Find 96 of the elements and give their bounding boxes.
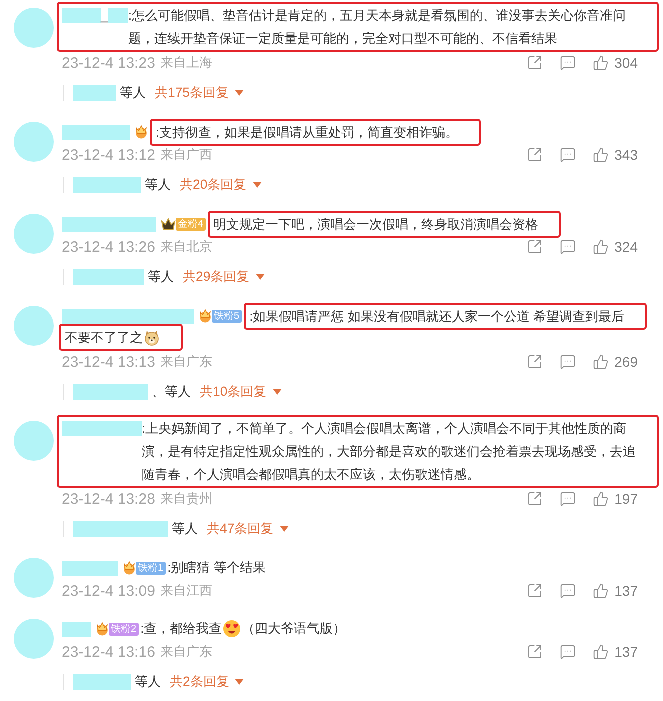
comment-icon[interactable]: [560, 55, 576, 71]
comment-text: :如果假唱请严惩 如果没有假唱就还人家一个公道 希望调查到最后: [250, 308, 625, 326]
comment-text: 不要不了了之: [65, 329, 143, 347]
comment-time: 23-12-4 13:09: [62, 582, 156, 600]
caret-down-icon[interactable]: [272, 389, 282, 395]
comment-location: 来自北京: [160, 238, 212, 256]
redacted-name: [62, 560, 118, 576]
like-count: 137: [614, 583, 638, 599]
comment-icon[interactable]: [560, 644, 576, 660]
share-icon[interactable]: [526, 147, 543, 163]
crown-icon: [161, 218, 176, 230]
comment-time: 23-12-4 13:12: [62, 146, 156, 164]
caret-down-icon[interactable]: [252, 182, 262, 188]
share-icon[interactable]: [526, 354, 543, 370]
redacted-name: [62, 124, 130, 140]
medal-icon: [199, 309, 212, 323]
redacted-name: [62, 8, 101, 23]
comment-time: 23-12-4 13:26: [62, 238, 156, 256]
comment-location: 来自广西: [160, 146, 212, 164]
comment-text: （四大爷语气版）: [242, 620, 346, 638]
redacted-name: [62, 622, 91, 636]
comment-location: 来自上海: [160, 54, 212, 72]
share-icon[interactable]: [526, 583, 543, 599]
reply-count-link[interactable]: 共47条回复: [207, 520, 274, 538]
redacted-name: [73, 177, 141, 193]
comment-icon[interactable]: [560, 583, 576, 599]
fan-level-badge: 铁粉5: [212, 310, 242, 322]
reply-count-link[interactable]: 共10条回复: [200, 383, 267, 401]
dog-face-icon: [144, 330, 160, 346]
like-count: 197: [614, 491, 638, 507]
like-count: 269: [614, 354, 638, 370]
medal-icon: [135, 125, 148, 139]
comment-time: 23-12-4 13:13: [62, 354, 156, 370]
redacted-name: [73, 85, 116, 101]
comment-icon[interactable]: [560, 239, 576, 255]
avatar-placeholder: [14, 421, 54, 461]
redacted-name: [73, 674, 131, 690]
reply-people-text: 等人: [172, 520, 198, 538]
like-count: 137: [614, 644, 638, 660]
like-count: 304: [614, 55, 638, 71]
fan-level-badge: 铁粉2: [109, 622, 139, 636]
comment-text: :别瞎猜 等个结果: [168, 559, 266, 577]
caret-down-icon[interactable]: [235, 679, 244, 685]
fan-level-badge: 金粉4: [176, 218, 206, 230]
share-icon[interactable]: [526, 644, 543, 660]
comment-icon[interactable]: [560, 354, 576, 370]
reply-count-link[interactable]: 共2条回复: [170, 673, 230, 691]
reply-count-link[interactable]: 共175条回复: [155, 84, 230, 102]
thumbs-up-icon[interactable]: [592, 583, 609, 599]
comment-location: 来自广东: [160, 353, 212, 371]
comment-time: 23-12-4 13:28: [62, 490, 156, 508]
medal-icon: [96, 622, 109, 636]
comment-text: 明文规定一下吧，演唱会一次假唱，终身取消演唱会资格: [214, 216, 539, 234]
like-count: 343: [614, 147, 638, 163]
comment-time: 23-12-4 13:23: [62, 54, 156, 72]
redacted-name: [73, 269, 144, 285]
share-icon[interactable]: [526, 239, 543, 255]
avatar-placeholder: [14, 306, 54, 346]
comment-icon[interactable]: [560, 147, 576, 163]
comment-text: :查，都给我查: [140, 620, 222, 638]
comment-location: 来自贵州: [160, 490, 212, 508]
thumbs-up-icon[interactable]: [592, 239, 609, 255]
avatar-placeholder: [14, 214, 54, 254]
avatar-placeholder: [14, 122, 54, 162]
avatar-placeholder: [14, 558, 54, 598]
reply-people-text: 等人: [145, 176, 171, 194]
reply-people-text: 等人: [120, 84, 146, 102]
reply-count-link[interactable]: 共29条回复: [183, 268, 250, 286]
comment-time: 23-12-4 13:16: [62, 644, 156, 660]
avatar-placeholder: [14, 619, 54, 659]
reply-people-text: 等人: [135, 673, 161, 691]
reply-people-text: 等人: [148, 268, 174, 286]
heart-eyes-face-icon: [223, 620, 242, 638]
comment-icon[interactable]: [560, 491, 576, 507]
caret-down-icon[interactable]: [280, 526, 289, 532]
share-icon[interactable]: [526, 55, 543, 71]
avatar-placeholder: [14, 8, 54, 48]
comment-location: 来自广东: [160, 643, 212, 661]
thumbs-up-icon[interactable]: [592, 644, 609, 660]
comment-text: :上央妈新闻了，不简单了。个人演唱会假唱太离谱，个人演唱会不同于其他性质的商演，是有特定指定性观众属性的，大部分都是喜欢的歌迷们会抢着票去现场感受，去追随青春，个人演唱会都假唱真的太不应该，太伤歌迷情感。: [142, 421, 636, 482]
redacted-name: [108, 8, 128, 23]
thumbs-up-icon[interactable]: [592, 354, 609, 370]
share-icon[interactable]: [526, 491, 543, 507]
reply-count-link[interactable]: 共20条回复: [180, 176, 247, 194]
fan-level-badge: 铁粉1: [136, 562, 166, 574]
like-count: 324: [614, 239, 638, 255]
comment-location: 来自江西: [160, 582, 212, 600]
thumbs-up-icon[interactable]: [592, 55, 609, 71]
medal-icon: [123, 561, 136, 575]
caret-down-icon[interactable]: [256, 274, 265, 280]
comment-text: :支持彻查，如果是假唱请从重处罚，简直变相诈骗。: [156, 124, 459, 142]
caret-down-icon[interactable]: [235, 90, 244, 96]
thumbs-up-icon[interactable]: [592, 147, 609, 163]
thumbs-up-icon[interactable]: [592, 491, 609, 507]
comment-text: :怎么可能假唱、垫音估计是肯定的，五月天本身就是看氛围的、谁没事去关心你音准问题，连续开垫音保证一定质量是可能的，完全对口型不可能的、不信看结果: [128, 8, 626, 46]
reply-people-text: 、等人: [152, 383, 191, 401]
